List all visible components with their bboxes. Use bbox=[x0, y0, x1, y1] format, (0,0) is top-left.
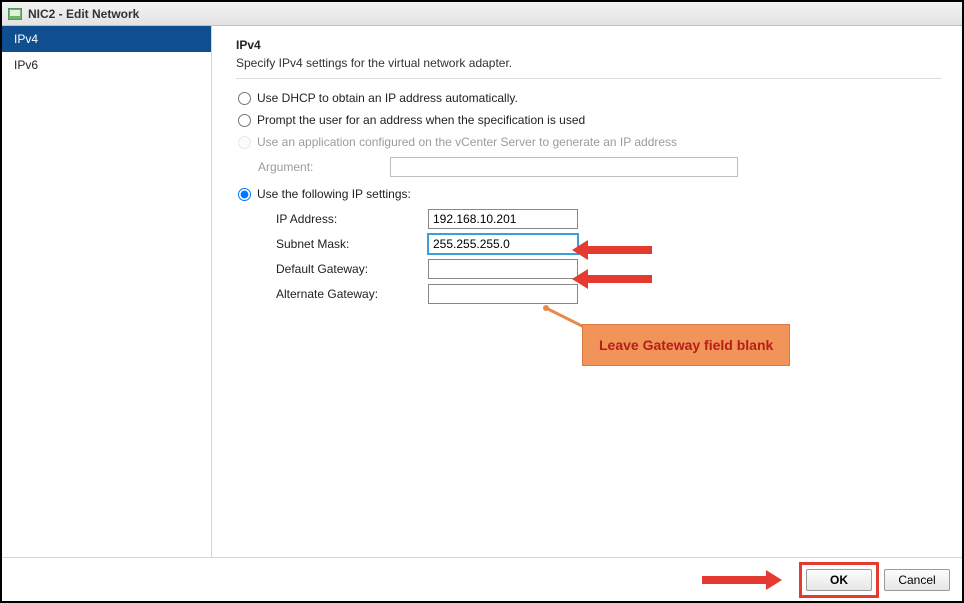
sidebar: IPv4 IPv6 bbox=[2, 26, 212, 557]
radio-prompt-row[interactable]: Prompt the user for an address when the … bbox=[238, 113, 942, 127]
argument-row: Argument: bbox=[258, 157, 942, 177]
window-title: NIC2 - Edit Network bbox=[28, 7, 139, 21]
subnet-mask-input[interactable] bbox=[428, 234, 578, 254]
sidebar-item-ipv6[interactable]: IPv6 bbox=[2, 52, 211, 78]
annotation-callout-text: Leave Gateway field blank bbox=[599, 337, 773, 353]
ip-address-label: IP Address: bbox=[276, 212, 428, 226]
radio-dhcp-row[interactable]: Use DHCP to obtain an IP address automat… bbox=[238, 91, 942, 105]
alternate-gateway-input[interactable] bbox=[428, 284, 578, 304]
sidebar-item-label: IPv6 bbox=[14, 58, 38, 72]
subnet-mask-row: Subnet Mask: bbox=[276, 234, 942, 254]
default-gateway-input[interactable] bbox=[428, 259, 578, 279]
panel-heading: IPv4 bbox=[236, 38, 942, 52]
annotation-callout-pointer bbox=[542, 304, 612, 342]
default-gateway-label: Default Gateway: bbox=[276, 262, 428, 276]
ok-button[interactable]: OK bbox=[806, 569, 872, 591]
annotation-arrow-ok bbox=[702, 570, 782, 590]
default-gateway-row: Default Gateway: bbox=[276, 259, 942, 279]
radio-static[interactable] bbox=[238, 188, 251, 201]
sidebar-item-ipv4[interactable]: IPv4 bbox=[2, 26, 211, 52]
ip-address-input[interactable] bbox=[428, 209, 578, 229]
radio-app-row: Use an application configured on the vCe… bbox=[238, 135, 942, 149]
ip-address-row: IP Address: bbox=[276, 209, 942, 229]
footer: OK Cancel bbox=[2, 557, 962, 601]
radio-dhcp[interactable] bbox=[238, 92, 251, 105]
radio-app-label: Use an application configured on the vCe… bbox=[257, 135, 677, 149]
titlebar: NIC2 - Edit Network bbox=[2, 2, 962, 26]
radio-app bbox=[238, 136, 251, 149]
app-icon bbox=[8, 8, 22, 20]
subnet-mask-label: Subnet Mask: bbox=[276, 237, 428, 251]
argument-label: Argument: bbox=[258, 160, 390, 174]
radio-prompt-label: Prompt the user for an address when the … bbox=[257, 113, 585, 127]
alternate-gateway-label: Alternate Gateway: bbox=[276, 287, 428, 301]
dialog-window: NIC2 - Edit Network IPv4 IPv6 IPv4 Speci… bbox=[0, 0, 964, 603]
alternate-gateway-row: Alternate Gateway: bbox=[276, 284, 942, 304]
radio-static-row[interactable]: Use the following IP settings: bbox=[238, 187, 942, 201]
cancel-button[interactable]: Cancel bbox=[884, 569, 950, 591]
annotation-callout: Leave Gateway field blank bbox=[582, 324, 790, 366]
panel-subheading: Specify IPv4 settings for the virtual ne… bbox=[236, 56, 942, 70]
radio-prompt[interactable] bbox=[238, 114, 251, 127]
sidebar-item-label: IPv4 bbox=[14, 32, 38, 46]
argument-input bbox=[390, 157, 738, 177]
main-panel: IPv4 Specify IPv4 settings for the virtu… bbox=[212, 26, 962, 557]
radio-dhcp-label: Use DHCP to obtain an IP address automat… bbox=[257, 91, 518, 105]
radio-static-label: Use the following IP settings: bbox=[257, 187, 411, 201]
divider bbox=[236, 78, 942, 79]
